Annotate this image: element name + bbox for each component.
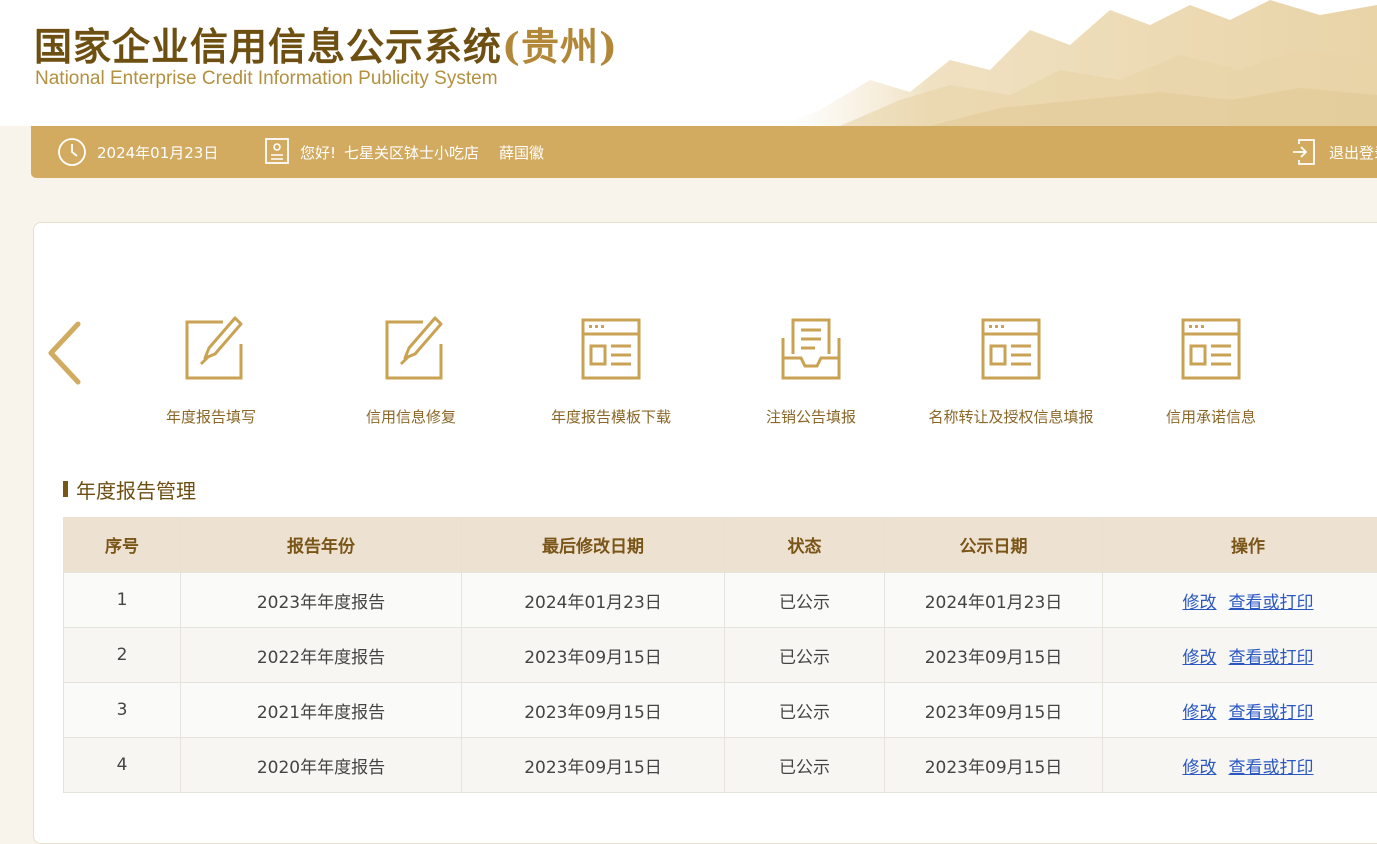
section-marker: [63, 481, 68, 497]
template-icon: [579, 314, 643, 384]
cell-status: 已公示: [725, 738, 885, 793]
cell-modified-date: 2023年09月15日: [462, 738, 725, 793]
id-card-icon: [264, 137, 290, 167]
user-info-bar: 2024年01月23日 您好! 七星关区钵士小吃店 薛国徽 退出登录: [31, 126, 1377, 178]
quick-deregistration-notice[interactable]: 注销公告填报: [711, 314, 911, 432]
cell-no: 2: [64, 628, 181, 683]
table-row: 4 2020年年度报告 2023年09月15日 已公示 2023年09月15日 …: [64, 738, 1377, 793]
cell-status: 已公示: [725, 628, 885, 683]
cell-year: 2023年年度报告: [181, 573, 462, 628]
cell-actions: 修改查看或打印: [1103, 738, 1377, 793]
edit-link[interactable]: 修改: [1183, 703, 1217, 723]
cell-actions: 修改查看或打印: [1103, 683, 1377, 738]
company-name: 七星关区钵士小吃店: [344, 142, 479, 163]
column-header: 状态: [725, 517, 885, 573]
cell-no: 3: [64, 683, 181, 738]
column-header: 公示日期: [885, 517, 1103, 573]
quick-item-label: 信用信息修复: [311, 406, 511, 427]
cell-publish-date: 2023年09月15日: [885, 683, 1103, 738]
greeting-text: 您好!: [300, 142, 336, 163]
column-header: 报告年份: [181, 517, 462, 573]
user-name: 薛国徽: [499, 142, 544, 163]
template-icon: [1179, 314, 1243, 384]
quick-item-label: 年度报告填写: [111, 406, 311, 427]
section-title-annual-report: 年度报告管理: [63, 476, 196, 502]
edit-link[interactable]: 修改: [1183, 758, 1217, 778]
section-title-text: 年度报告管理: [76, 475, 196, 504]
quick-name-transfer-authorization[interactable]: 名称转让及授权信息填报: [911, 314, 1111, 432]
mountain-landscape-decoration: [780, 0, 1377, 126]
inbox-document-icon: [779, 314, 843, 384]
site-title-province: (贵州): [502, 24, 618, 69]
cell-no: 1: [64, 573, 181, 628]
cell-modified-date: 2023年09月15日: [462, 628, 725, 683]
cell-status: 已公示: [725, 573, 885, 628]
table-row: 3 2021年年度报告 2023年09月15日 已公示 2023年09月15日 …: [64, 683, 1377, 738]
cell-modified-date: 2024年01月23日: [462, 573, 725, 628]
logout-icon: [1291, 138, 1317, 166]
cell-actions: 修改查看或打印: [1103, 628, 1377, 683]
view-print-link[interactable]: 查看或打印: [1229, 758, 1314, 778]
cell-publish-date: 2024年01月23日: [885, 573, 1103, 628]
quick-annual-report-fill[interactable]: 年度报告填写: [111, 314, 311, 432]
user-greeting: 您好! 七星关区钵士小吃店 薛国徽: [264, 126, 544, 178]
edit-icon: [179, 314, 243, 384]
quick-item-label: 信用承诺信息: [1111, 406, 1311, 427]
quick-report-template-download[interactable]: 年度报告模板下载: [511, 314, 711, 432]
site-subtitle: National Enterprise Credit Information P…: [35, 68, 498, 90]
site-title: 国家企业信用信息公示系统(贵州): [34, 16, 618, 71]
table-header-row: 序号 报告年份 最后修改日期 状态 公示日期 操作: [64, 517, 1377, 573]
edit-link[interactable]: 修改: [1183, 648, 1217, 668]
cell-year: 2020年年度报告: [181, 738, 462, 793]
cell-status: 已公示: [725, 683, 885, 738]
annual-report-table: 序号 报告年份 最后修改日期 状态 公示日期 操作 1 2023年年度报告 20…: [63, 517, 1377, 793]
cell-publish-date: 2023年09月15日: [885, 628, 1103, 683]
view-print-link[interactable]: 查看或打印: [1229, 593, 1314, 613]
cell-actions: 修改查看或打印: [1103, 573, 1377, 628]
table-row: 2 2022年年度报告 2023年09月15日 已公示 2023年09月15日 …: [64, 628, 1377, 683]
column-header: 最后修改日期: [462, 517, 725, 573]
view-print-link[interactable]: 查看或打印: [1229, 648, 1314, 668]
quick-item-label: 名称转让及授权信息填报: [911, 406, 1111, 427]
carousel-prev-chevron-icon[interactable]: [46, 320, 82, 386]
edit-link[interactable]: 修改: [1183, 593, 1217, 613]
cell-modified-date: 2023年09月15日: [462, 683, 725, 738]
cell-year: 2021年年度报告: [181, 683, 462, 738]
quick-credit-repair[interactable]: 信用信息修复: [311, 314, 511, 432]
quick-credit-commitment[interactable]: 信用承诺信息: [1111, 314, 1311, 432]
quick-item-label: 注销公告填报: [711, 406, 911, 427]
template-icon: [979, 314, 1043, 384]
cell-publish-date: 2023年09月15日: [885, 738, 1103, 793]
quick-item-label: 年度报告模板下载: [511, 406, 711, 427]
logout-button[interactable]: 退出登录: [1291, 126, 1377, 178]
column-header: 操作: [1103, 517, 1377, 573]
site-header: 国家企业信用信息公示系统(贵州) National Enterprise Cre…: [0, 0, 1377, 126]
current-date: 2024年01月23日: [57, 126, 218, 178]
logout-label: 退出登录: [1329, 142, 1377, 163]
edit-icon: [379, 314, 443, 384]
view-print-link[interactable]: 查看或打印: [1229, 703, 1314, 723]
clock-icon: [57, 137, 87, 167]
table-row: 1 2023年年度报告 2024年01月23日 已公示 2024年01月23日 …: [64, 573, 1377, 628]
date-text: 2024年01月23日: [97, 142, 218, 163]
cell-year: 2022年年度报告: [181, 628, 462, 683]
column-header: 序号: [64, 517, 181, 573]
cell-no: 4: [64, 738, 181, 793]
